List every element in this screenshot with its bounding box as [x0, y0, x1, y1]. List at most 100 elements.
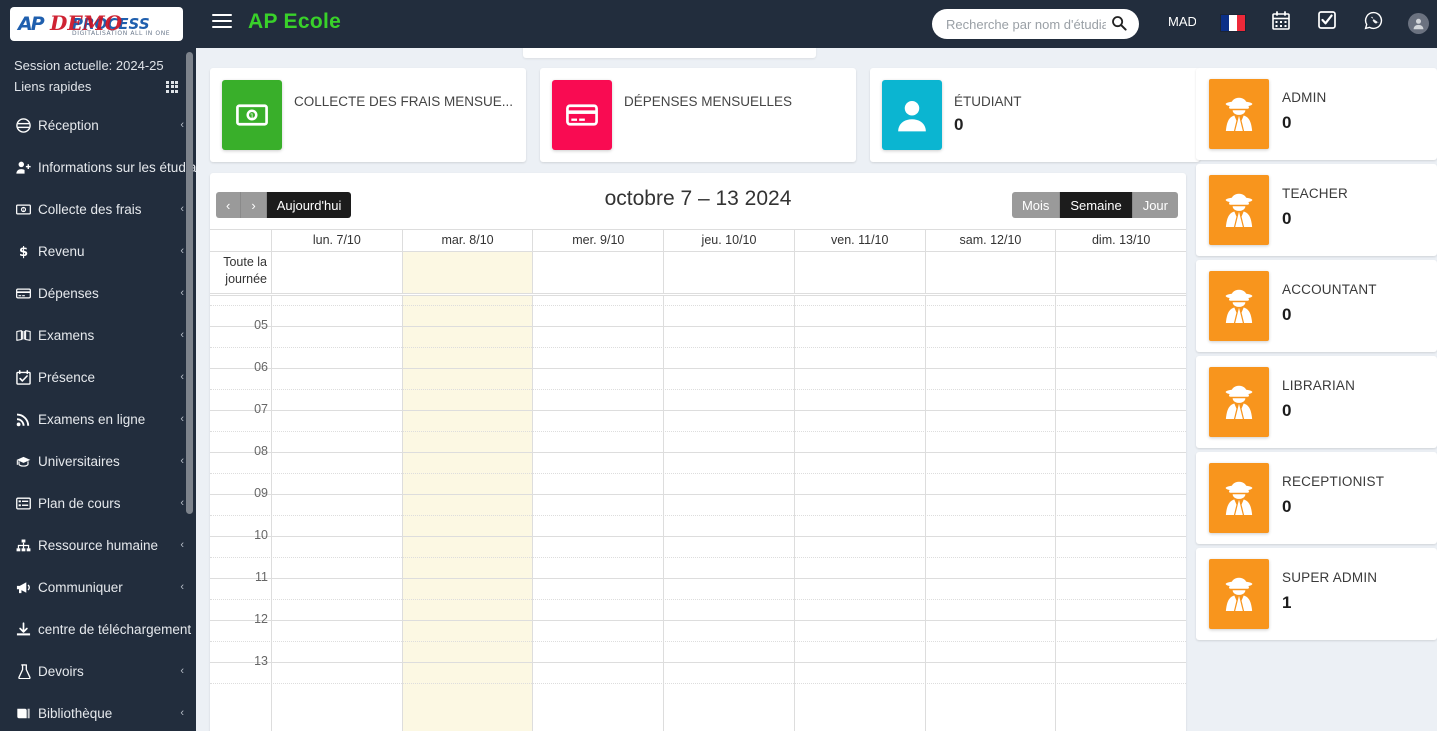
- role-card-super-admin[interactable]: SUPER ADMIN 1: [1196, 548, 1437, 640]
- role-count: 0: [1282, 305, 1292, 324]
- sidebar-item-label: Plan de cours: [38, 495, 121, 511]
- role-card-receptionist[interactable]: RECEPTIONIST 0: [1196, 452, 1437, 544]
- app-logo[interactable]: AP PROCESS DIGITALISATION ALL IN ONE DEM…: [10, 7, 183, 41]
- sidebar-item-label: Devoirs: [38, 663, 84, 679]
- role-count: 0: [1282, 497, 1292, 516]
- role-summary-panel: ADMIN 0 TEACHER 0 ACCOUNTANT 0 LIBRARIAN 0 RECEP…: [1196, 68, 1437, 644]
- calendar-hour-label: 07: [254, 402, 268, 416]
- chevron-left-icon: ‹: [180, 539, 184, 551]
- sidebar-item-2[interactable]: 1 Collecte des frais ‹: [0, 188, 196, 230]
- half-hour-line: [210, 515, 1186, 516]
- quick-links-row[interactable]: Liens rapides: [0, 75, 196, 104]
- chevron-left-icon: ‹: [180, 581, 184, 593]
- sidebar-item-9[interactable]: Plan de cours ‹: [0, 482, 196, 524]
- role-name: SUPER ADMIN: [1282, 570, 1378, 585]
- user-icon: [882, 80, 942, 150]
- sidebar-item-12[interactable]: centre de téléchargement: [0, 608, 196, 650]
- sidebar-item-label: Communiquer: [38, 579, 123, 595]
- whatsapp-icon[interactable]: [1364, 11, 1383, 34]
- hour-line: [210, 662, 1186, 663]
- calendar-allday-cell-6[interactable]: [1056, 252, 1186, 293]
- sidebar-item-4[interactable]: Dépenses ‹: [0, 272, 196, 314]
- half-hour-line: [210, 641, 1186, 642]
- half-hour-line: [210, 473, 1186, 474]
- stat-card-title: ÉTUDIANT: [954, 94, 1022, 109]
- calendar-icon[interactable]: [1272, 11, 1290, 34]
- sidebar-item-6[interactable]: Présence ‹: [0, 356, 196, 398]
- hour-line: [210, 452, 1186, 453]
- calendar-allday-row: Toute la journée: [210, 251, 1186, 293]
- svg-text:1: 1: [22, 208, 24, 212]
- page-title: AP Ecole: [248, 10, 342, 33]
- role-card-accountant[interactable]: ACCOUNTANT 0: [1196, 260, 1437, 352]
- role-name: RECEPTIONIST: [1282, 474, 1385, 489]
- calendar-hour-row-3: 07: [210, 402, 1186, 452]
- calendar-day-header-3: jeu. 10/10: [664, 230, 795, 251]
- sidebar-toggle-icon[interactable]: [212, 14, 232, 34]
- half-hour-line: [210, 347, 1186, 348]
- calendar-view-jour[interactable]: Jour: [1132, 192, 1178, 218]
- flask-icon: [16, 663, 38, 679]
- calendar-hour-label: 12: [254, 612, 268, 626]
- calendar-hour-row-4: 08: [210, 444, 1186, 494]
- grid-icon: [166, 80, 178, 93]
- hour-line: [210, 368, 1186, 369]
- stat-card-0[interactable]: 1 COLLECTE DES FRAIS MENSUE...: [210, 68, 526, 162]
- chevron-left-icon: ‹: [180, 287, 184, 299]
- sidebar-item-5[interactable]: Examens ‹: [0, 314, 196, 356]
- half-hour-line: [210, 599, 1186, 600]
- search-input[interactable]: [946, 9, 1106, 39]
- session-label: Session actuelle: 2024-25: [14, 58, 164, 73]
- calendar-time-grid[interactable]: 0405 06 07 08 09 10 11 12 13: [210, 293, 1186, 731]
- sidebar-scrollbar[interactable]: [186, 52, 193, 514]
- sidebar-item-label: Bibliothèque: [38, 705, 113, 721]
- search-icon[interactable]: [1109, 14, 1129, 34]
- sidebar-item-14[interactable]: Bibliothèque ‹: [0, 692, 196, 731]
- calendar-view-semaine[interactable]: Semaine: [1060, 192, 1133, 218]
- avatar[interactable]: [1408, 13, 1429, 34]
- sidebar-item-11[interactable]: Communiquer ‹: [0, 566, 196, 608]
- sidebar-item-7[interactable]: Examens en ligne ‹: [0, 398, 196, 440]
- role-count: 0: [1282, 209, 1292, 228]
- calendar-allday-cell-0[interactable]: [272, 252, 403, 293]
- sidebar-item-3[interactable]: $ Revenu ‹: [0, 230, 196, 272]
- sidebar-item-10[interactable]: Ressource humaine ‹: [0, 524, 196, 566]
- role-card-admin[interactable]: ADMIN 0: [1196, 68, 1437, 160]
- sidebar-item-0[interactable]: Réception ‹: [0, 104, 196, 146]
- role-card-librarian[interactable]: LIBRARIAN 0: [1196, 356, 1437, 448]
- sidebar-item-8[interactable]: Universitaires ‹: [0, 440, 196, 482]
- graduation-cap-icon: [16, 454, 38, 469]
- calendar-allday-cell-2[interactable]: [533, 252, 665, 293]
- sidebar-item-label: Revenu: [38, 243, 85, 259]
- calendar-allday-cell-1[interactable]: [402, 252, 534, 293]
- role-name: TEACHER: [1282, 186, 1348, 201]
- calendar-toolbar: ‹ › Aujourd'hui octobre 7 – 13 2024 Mois…: [210, 173, 1186, 229]
- calendar-allday-cell-3[interactable]: [664, 252, 795, 293]
- svg-text:1: 1: [250, 112, 255, 121]
- calendar-hour-label: 09: [254, 486, 268, 500]
- role-card-teacher[interactable]: TEACHER 0: [1196, 164, 1437, 256]
- calendar-view-mois[interactable]: Mois: [1011, 192, 1061, 218]
- calendar-hour-row-5: 09: [210, 486, 1186, 536]
- search-box[interactable]: [932, 9, 1139, 39]
- download-icon: [16, 621, 38, 637]
- calendar-day-header-2: mer. 9/10: [533, 230, 665, 251]
- calendar-allday-cell-4[interactable]: [795, 252, 926, 293]
- chevron-left-icon: ‹: [180, 665, 184, 677]
- logo-ap-text: AP: [18, 13, 45, 35]
- sidebar-item-1[interactable]: Informations sur les étudiants: [0, 146, 196, 188]
- stat-card-2[interactable]: ÉTUDIANT 0: [870, 68, 1200, 162]
- sidebar-item-label: centre de téléchargement: [38, 621, 192, 637]
- fr-flag-icon[interactable]: [1220, 14, 1246, 32]
- role-name: LIBRARIAN: [1282, 378, 1356, 393]
- sidebar-item-13[interactable]: Devoirs ‹: [0, 650, 196, 692]
- role-name: ACCOUNTANT: [1282, 282, 1377, 297]
- stat-card-1[interactable]: DÉPENSES MENSUELLES: [540, 68, 856, 162]
- calendar-hour-row-0: 04: [210, 296, 1186, 326]
- stat-card-title: DÉPENSES MENSUELLES: [624, 94, 793, 109]
- calendar-allday-cell-5[interactable]: [926, 252, 1057, 293]
- bullhorn-icon: [16, 580, 38, 595]
- half-hour-line: [210, 431, 1186, 432]
- sidebar-item-label: Collecte des frais: [38, 201, 142, 217]
- checkbox-icon[interactable]: [1318, 11, 1336, 33]
